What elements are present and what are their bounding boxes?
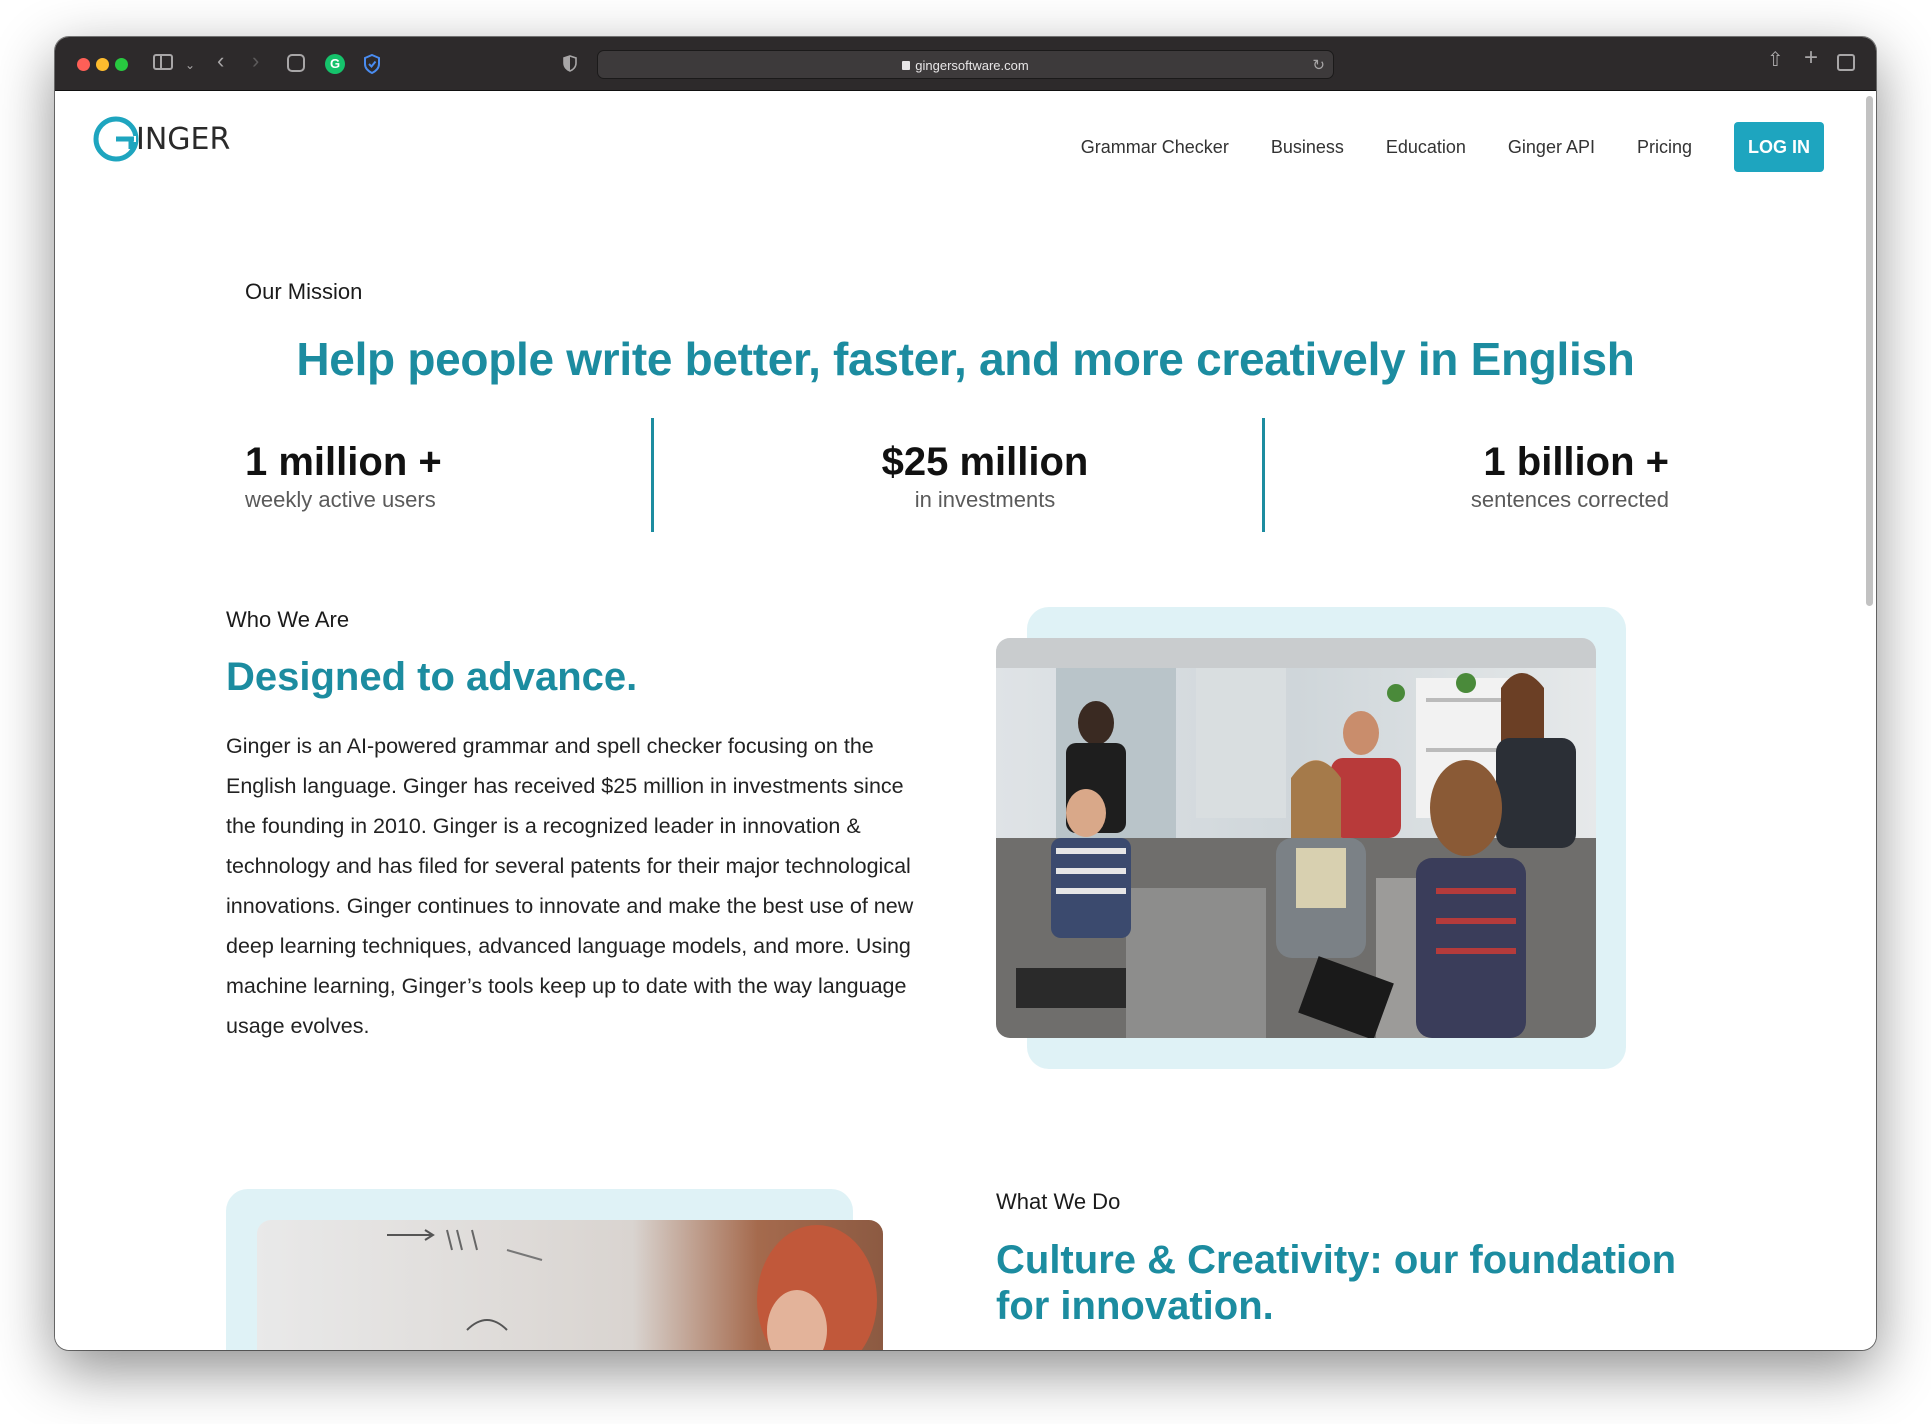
stat-investments: $25 million in investments bbox=[835, 440, 1135, 513]
new-tab-icon[interactable]: + bbox=[1804, 46, 1818, 70]
stat-label: in investments bbox=[914, 487, 1056, 512]
team-meeting-illustration bbox=[996, 638, 1596, 1038]
nav-business[interactable]: Business bbox=[1271, 137, 1344, 158]
ginger-logo[interactable]: INGER bbox=[93, 116, 230, 162]
web-page: INGER Grammar Checker Business Education… bbox=[55, 92, 1876, 1350]
stat-weekly-users: 1 million + weekly active users bbox=[245, 440, 442, 513]
forward-arrow-icon[interactable]: › bbox=[252, 50, 259, 72]
browser-toolbar: ⌄ ‹ › G gingersoftware.com ↻ ⇧ + bbox=[55, 37, 1876, 91]
what-we-do-label: What We Do bbox=[996, 1189, 1121, 1214]
nav-ginger-api[interactable]: Ginger API bbox=[1508, 137, 1595, 158]
close-window-button[interactable] bbox=[77, 58, 90, 71]
stat-sentences: 1 billion + sentences corrected bbox=[1471, 440, 1669, 513]
stat-label: weekly active users bbox=[245, 487, 436, 512]
who-we-are-body: Ginger is an AI-powered grammar and spel… bbox=[226, 734, 914, 1038]
whiteboard-illustration bbox=[257, 1220, 883, 1350]
extension-icon[interactable] bbox=[287, 54, 305, 72]
share-icon[interactable]: ⇧ bbox=[1767, 50, 1784, 70]
what-we-do-title: Culture & Creativity: our foundation for… bbox=[996, 1238, 1676, 1328]
stat-label: sentences corrected bbox=[1470, 487, 1669, 512]
address-bar[interactable]: gingersoftware.com ↻ bbox=[597, 50, 1334, 79]
login-button[interactable]: LOG IN bbox=[1734, 122, 1824, 172]
shield-extension-icon[interactable] bbox=[363, 54, 381, 74]
who-we-are-label: Who We Are bbox=[226, 607, 350, 632]
nav-pricing[interactable]: Pricing bbox=[1637, 137, 1692, 158]
main-nav: Grammar Checker Business Education Ginge… bbox=[1039, 122, 1824, 172]
browser-window: ⌄ ‹ › G gingersoftware.com ↻ ⇧ + INGER G… bbox=[55, 37, 1876, 1350]
privacy-shield-icon[interactable] bbox=[563, 55, 577, 72]
nav-education[interactable]: Education bbox=[1386, 137, 1466, 158]
team-meeting-photo bbox=[996, 638, 1596, 1038]
zoom-window-button[interactable] bbox=[115, 58, 128, 71]
back-arrow-icon[interactable]: ‹ bbox=[217, 50, 224, 72]
reload-icon[interactable]: ↻ bbox=[1312, 56, 1325, 74]
logo-wordmark: INGER bbox=[136, 121, 231, 157]
grammarly-extension-icon[interactable]: G bbox=[325, 54, 345, 74]
sidebar-toggle-icon[interactable] bbox=[153, 54, 173, 70]
stat-value: $25 million bbox=[881, 440, 1089, 484]
whiteboard-photo bbox=[257, 1220, 883, 1350]
url-text: gingersoftware.com bbox=[915, 58, 1029, 73]
stat-divider bbox=[1262, 418, 1265, 532]
url-display: gingersoftware.com bbox=[598, 58, 1333, 73]
mission-headline: Help people write better, faster, and mo… bbox=[296, 333, 1635, 385]
stat-value: 1 million + bbox=[245, 440, 442, 484]
mission-label: Our Mission bbox=[245, 279, 363, 304]
minimize-window-button[interactable] bbox=[96, 58, 109, 71]
stat-value: 1 billion + bbox=[1483, 440, 1669, 484]
ginger-logo-mark-icon bbox=[93, 116, 139, 162]
chevron-down-icon[interactable]: ⌄ bbox=[185, 56, 195, 74]
lock-icon bbox=[902, 61, 911, 70]
nav-grammar-checker[interactable]: Grammar Checker bbox=[1081, 137, 1229, 158]
stat-divider bbox=[651, 418, 654, 532]
who-we-are-title: Designed to advance. bbox=[226, 655, 638, 699]
tab-overview-icon[interactable] bbox=[1837, 54, 1855, 71]
